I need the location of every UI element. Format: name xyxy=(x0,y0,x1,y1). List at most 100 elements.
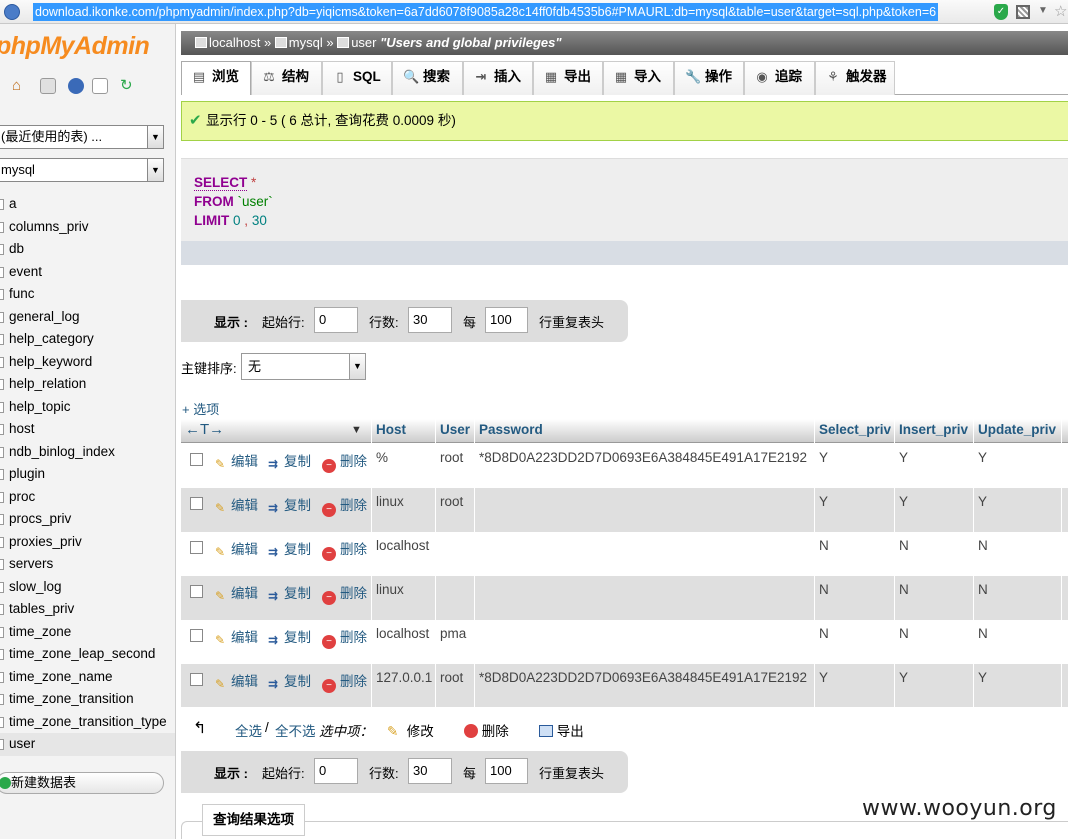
tab-browse[interactable]: ▤ 浏览 xyxy=(181,61,251,95)
options-link[interactable]: + 选项 xyxy=(182,399,219,418)
sidebar-table-plugin[interactable]: plugin xyxy=(0,463,175,486)
delete-row-button[interactable]: − 删除 xyxy=(322,494,367,517)
sidebar-table-time-zone-transition-type[interactable]: time_zone_transition_type xyxy=(0,711,175,734)
cell-insert-priv[interactable]: N xyxy=(894,620,973,664)
chevron-down-icon[interactable]: ▼ xyxy=(147,126,163,148)
table-icon[interactable] xyxy=(0,334,4,345)
exit-icon[interactable] xyxy=(40,78,56,94)
sidebar-table-procs-priv[interactable]: procs_priv xyxy=(0,508,175,531)
table-icon[interactable] xyxy=(0,469,4,480)
reload-icon[interactable]: ↻ xyxy=(120,78,136,94)
repeat-header-input[interactable]: 100 xyxy=(485,307,528,333)
cell-user[interactable] xyxy=(435,576,474,620)
table-icon[interactable] xyxy=(0,581,4,593)
recent-tables-select[interactable]: (最近使用的表) ... ▼ xyxy=(0,125,164,149)
sidebar-table-help-topic[interactable]: help_topic xyxy=(0,396,175,419)
start-row-input[interactable]: 0 xyxy=(314,307,358,333)
select-all-link[interactable]: 全选 xyxy=(235,720,262,740)
sidebar-table-help-relation[interactable]: help_relation xyxy=(0,373,175,396)
delete-row-button[interactable]: − 删除 xyxy=(322,582,367,605)
cell-host[interactable]: linux xyxy=(371,576,435,620)
sidebar-table-time-zone[interactable]: time_zone xyxy=(0,621,175,644)
delete-row-button[interactable]: − 删除 xyxy=(322,626,367,649)
table-icon[interactable] xyxy=(0,289,4,300)
table-icon[interactable] xyxy=(0,626,4,638)
table-icon[interactable] xyxy=(0,199,4,210)
sidebar-table-ndb-binlog-index[interactable]: ndb_binlog_index xyxy=(0,441,175,464)
cell-select-priv[interactable]: N xyxy=(814,576,894,620)
home-icon[interactable]: ⌂ xyxy=(12,78,28,94)
delete-row-button[interactable]: − 删除 xyxy=(322,670,367,693)
sidebar-table-general-log[interactable]: general_log xyxy=(0,306,175,329)
table-icon[interactable] xyxy=(0,446,4,458)
table-icon[interactable] xyxy=(0,424,4,435)
sidebar-table-proxies-priv[interactable]: proxies_priv xyxy=(0,531,175,554)
new-table-button[interactable]: 新建数据表 xyxy=(0,772,164,794)
breadcrumb-server[interactable]: localhost xyxy=(209,35,260,50)
sql-select-keyword[interactable]: SELECT xyxy=(194,175,248,191)
cell-user[interactable]: root xyxy=(435,664,474,707)
copy-row-button[interactable]: ⇉ 复制 xyxy=(266,538,311,559)
cell-host[interactable]: localhost xyxy=(371,532,435,576)
modify-button[interactable]: ✎ 修改 xyxy=(387,720,434,740)
cell-user[interactable]: pma xyxy=(435,620,474,664)
copy-row-button[interactable]: ⇉ 复制 xyxy=(266,626,311,647)
column-header-insert-priv[interactable]: Insert_priv xyxy=(894,419,973,443)
breadcrumb-table[interactable]: user xyxy=(351,35,376,50)
table-icon[interactable] xyxy=(0,671,4,683)
bulk-export-button[interactable]: 导出 xyxy=(539,720,584,740)
breadcrumb-db[interactable]: mysql xyxy=(289,35,323,50)
cell-host[interactable]: 127.0.0.1 xyxy=(371,664,435,707)
row-checkbox[interactable] xyxy=(190,497,203,510)
url-input[interactable]: download.ikonke.com/phpmyadmin/index.php… xyxy=(33,3,939,21)
cell-select-priv[interactable]: N xyxy=(814,532,894,576)
cell-update-priv[interactable]: N xyxy=(973,532,1061,576)
delete-row-button[interactable]: − 删除 xyxy=(322,450,367,473)
help-icon[interactable] xyxy=(68,78,84,94)
table-icon[interactable] xyxy=(0,266,4,278)
docs-icon[interactable] xyxy=(92,78,108,94)
chevron-down-icon[interactable]: ▼ xyxy=(349,354,365,379)
tab-sql[interactable]: ▯ SQL xyxy=(322,61,392,95)
repeat-header-input[interactable]: 100 xyxy=(485,758,528,784)
column-header-update-priv[interactable]: Update_priv xyxy=(973,419,1061,443)
sidebar-table-db[interactable]: db xyxy=(0,238,175,261)
cell-update-priv[interactable]: Y xyxy=(973,664,1061,707)
tab-triggers[interactable]: ⚘ 触发器 xyxy=(815,61,895,95)
cell-select-priv[interactable]: Y xyxy=(814,488,894,532)
table-icon[interactable] xyxy=(0,221,4,233)
sort-dropdown-icon[interactable]: ▼ xyxy=(347,419,371,443)
tab-structure[interactable]: ⚖ 结构 xyxy=(251,61,322,95)
table-icon[interactable] xyxy=(0,694,4,705)
cell-password[interactable]: *8D8D0A223DD2D7D0693E6A384845E491A17E219… xyxy=(474,664,814,707)
edit-row-button[interactable]: ✎ 编辑 xyxy=(213,538,258,559)
sidebar-table-time-zone-transition[interactable]: time_zone_transition xyxy=(0,688,175,711)
cell-insert-priv[interactable]: Y xyxy=(894,488,973,532)
copy-row-button[interactable]: ⇉ 复制 xyxy=(266,494,311,515)
cell-insert-priv[interactable]: N xyxy=(894,576,973,620)
cell-host[interactable]: linux xyxy=(371,488,435,532)
sidebar-table-a[interactable]: a xyxy=(0,193,175,216)
sidebar-table-func[interactable]: func xyxy=(0,283,175,306)
chevron-down-icon[interactable]: ▼ xyxy=(147,159,163,181)
cell-password[interactable] xyxy=(474,576,814,620)
sidebar-table-event[interactable]: event xyxy=(0,261,175,284)
cell-update-priv[interactable]: N xyxy=(973,576,1061,620)
cell-host[interactable]: % xyxy=(371,444,435,488)
cell-user[interactable]: root xyxy=(435,488,474,532)
table-icon[interactable] xyxy=(0,379,4,390)
table-icon[interactable] xyxy=(0,716,4,728)
rows-input[interactable]: 30 xyxy=(408,307,452,333)
cell-password[interactable] xyxy=(474,488,814,532)
table-icon[interactable] xyxy=(0,491,4,503)
edit-row-button[interactable]: ✎ 编辑 xyxy=(213,626,258,647)
cell-select-priv[interactable]: Y xyxy=(814,444,894,488)
tab-tracking[interactable]: ◉ 追踪 xyxy=(744,61,815,95)
delete-row-button[interactable]: − 删除 xyxy=(322,538,367,561)
table-icon[interactable] xyxy=(0,311,4,323)
row-checkbox[interactable] xyxy=(190,673,203,686)
column-header-password[interactable]: Password xyxy=(474,419,814,443)
sidebar-table-user[interactable]: user xyxy=(0,733,175,756)
column-header-more[interactable] xyxy=(1061,419,1068,443)
column-header-select-priv[interactable]: Select_priv xyxy=(814,419,894,443)
